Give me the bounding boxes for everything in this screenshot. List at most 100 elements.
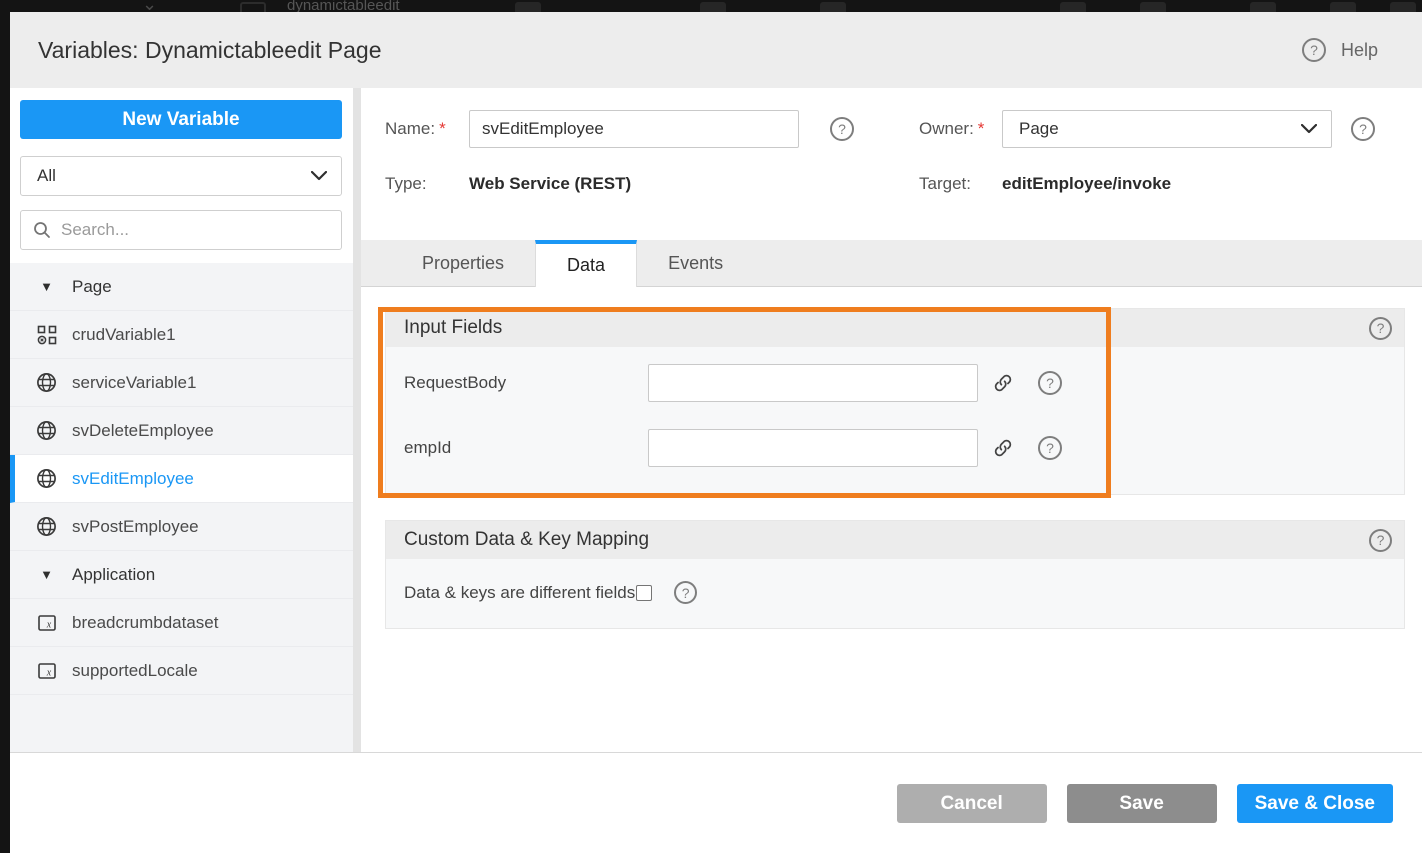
background-toolbar-icon	[820, 2, 846, 12]
sidebar-item-svpostemployee[interactable]: svPostEmployee	[10, 503, 353, 551]
svg-text:x: x	[45, 619, 51, 630]
name-owner-row: Name:* ? Owner:* Page ?	[385, 110, 1406, 148]
variable-label: breadcrumbdataset	[72, 613, 218, 633]
background-toolbar-icon	[1330, 2, 1356, 12]
target-value: editEmployee/invoke	[1002, 172, 1171, 196]
sidebar-controls: New Variable All	[10, 88, 353, 263]
variable-filter-select[interactable]: All	[20, 156, 342, 196]
background-toolbar-icon	[515, 2, 541, 12]
background-page-name: dynamictableedit	[287, 0, 400, 12]
section-title: Input Fields	[404, 317, 502, 339]
type-value: Web Service (REST)	[469, 172, 631, 196]
model-variable-icon: x	[36, 612, 57, 633]
help-label: Help	[1341, 40, 1378, 61]
variable-label: supportedLocale	[72, 661, 198, 681]
tab-properties[interactable]: Properties	[391, 240, 535, 286]
name-input[interactable]	[469, 110, 799, 148]
model-variable-icon: x	[36, 660, 57, 681]
detail-tabbar: Properties Data Events	[361, 240, 1422, 287]
sidebar-item-servicevariable1[interactable]: serviceVariable1	[10, 359, 353, 407]
sidebar-group-application[interactable]: ▼ Application	[10, 551, 353, 599]
name-label: Name:*	[385, 110, 446, 148]
field-help-icon[interactable]: ?	[1038, 371, 1062, 395]
custom-mapping-help-icon[interactable]: ?	[1369, 529, 1392, 552]
collapse-triangle-icon: ▼	[36, 567, 57, 582]
save-button[interactable]: Save	[1067, 784, 1217, 823]
empid-input[interactable]	[648, 429, 978, 467]
sidebar-item-svdeleteemployee[interactable]: svDeleteEmployee	[10, 407, 353, 455]
name-help-icon[interactable]: ?	[830, 117, 854, 141]
checkbox-help-icon[interactable]: ?	[674, 581, 697, 604]
save-close-button[interactable]: Save & Close	[1237, 784, 1393, 823]
sidebar-item-supportedlocale[interactable]: x supportedLocale	[10, 647, 353, 695]
variable-detail-panel: Name:* ? Owner:* Page ? Type: Web Servic…	[361, 88, 1422, 752]
field-row-requestbody: RequestBody ?	[404, 364, 1404, 402]
bind-link-icon[interactable]	[992, 437, 1014, 459]
service-variable-icon	[36, 420, 57, 441]
search-icon	[33, 221, 51, 239]
background-toolbar-icon	[1250, 2, 1276, 12]
chevron-down-icon	[311, 171, 327, 181]
background-toolbar-icon	[1060, 2, 1086, 12]
variable-label: serviceVariable1	[72, 373, 196, 393]
required-asterisk: *	[439, 119, 446, 138]
input-fields-help-icon[interactable]: ?	[1369, 317, 1392, 340]
help-button[interactable]: ? Help	[1302, 38, 1378, 62]
background-toolbar-icon	[700, 2, 726, 12]
dialog-header: Variables: Dynamictableedit Page ? Help	[10, 12, 1422, 88]
sidebar-item-sveditemployee[interactable]: svEditEmployee	[10, 455, 353, 503]
background-app-toolbar: ⌄ dynamictableedit	[0, 0, 1422, 12]
owner-value: Page	[1019, 119, 1059, 139]
help-icon: ?	[1302, 38, 1326, 62]
custom-mapping-body: Data & keys are different fields ?	[386, 559, 1404, 628]
cancel-button[interactable]: Cancel	[897, 784, 1047, 823]
background-left-edge	[0, 0, 10, 790]
type-label: Type:	[385, 172, 427, 196]
search-input[interactable]	[61, 220, 329, 240]
background-chevron-icon: ⌄	[142, 0, 157, 12]
tab-data[interactable]: Data	[535, 240, 637, 287]
dialog-title: Variables: Dynamictableedit Page	[38, 37, 381, 64]
input-fields-body: RequestBody ? empId	[386, 347, 1404, 494]
section-title: Custom Data & Key Mapping	[404, 529, 649, 551]
field-label: empId	[404, 429, 451, 467]
background-toolbar-icon	[1390, 2, 1416, 12]
variable-list: ▼ Page crudVariable1	[10, 263, 353, 752]
sidebar-item-crudvariable1[interactable]: crudVariable1	[10, 311, 353, 359]
bind-link-icon[interactable]	[992, 372, 1014, 394]
type-target-row: Type: Web Service (REST) Target: editEmp…	[385, 172, 1406, 196]
custom-mapping-section: Custom Data & Key Mapping ? Data & keys …	[385, 520, 1405, 629]
sidebar-scrollbar[interactable]	[353, 88, 361, 752]
collapse-triangle-icon: ▼	[36, 279, 57, 294]
sidebar-item-breadcrumbdataset[interactable]: x breadcrumbdataset	[10, 599, 353, 647]
background-toolbar-icon	[1140, 2, 1166, 12]
owner-help-icon[interactable]: ?	[1351, 117, 1375, 141]
service-variable-icon	[36, 516, 57, 537]
new-variable-button[interactable]: New Variable	[20, 100, 342, 139]
service-variable-icon	[36, 372, 57, 393]
input-fields-section: Input Fields ? RequestBody	[385, 308, 1405, 495]
field-row-empid: empId ?	[404, 429, 1404, 467]
field-help-icon[interactable]: ?	[1038, 436, 1062, 460]
input-fields-header: Input Fields ?	[386, 309, 1404, 347]
background-page-icon	[240, 2, 266, 12]
target-label: Target:	[919, 172, 971, 196]
variable-label: crudVariable1	[72, 325, 176, 345]
owner-label: Owner:*	[919, 110, 984, 148]
variable-search	[20, 210, 342, 250]
sidebar-group-page[interactable]: ▼ Page	[10, 263, 353, 311]
variable-label: svEditEmployee	[72, 469, 194, 489]
svg-text:x: x	[45, 667, 51, 678]
chevron-down-icon	[1301, 124, 1317, 134]
data-keys-checkbox[interactable]	[636, 585, 652, 601]
variables-dialog: Variables: Dynamictableedit Page ? Help …	[10, 12, 1422, 853]
service-variable-icon	[36, 468, 57, 489]
crud-variable-icon	[36, 324, 57, 345]
variable-label: svPostEmployee	[72, 517, 199, 537]
dialog-footer: Cancel Save Save & Close	[10, 753, 1422, 853]
owner-select[interactable]: Page	[1002, 110, 1332, 148]
requestbody-input[interactable]	[648, 364, 978, 402]
variable-filter-value: All	[37, 166, 56, 186]
group-label: Page	[72, 277, 112, 297]
tab-events[interactable]: Events	[637, 240, 754, 286]
